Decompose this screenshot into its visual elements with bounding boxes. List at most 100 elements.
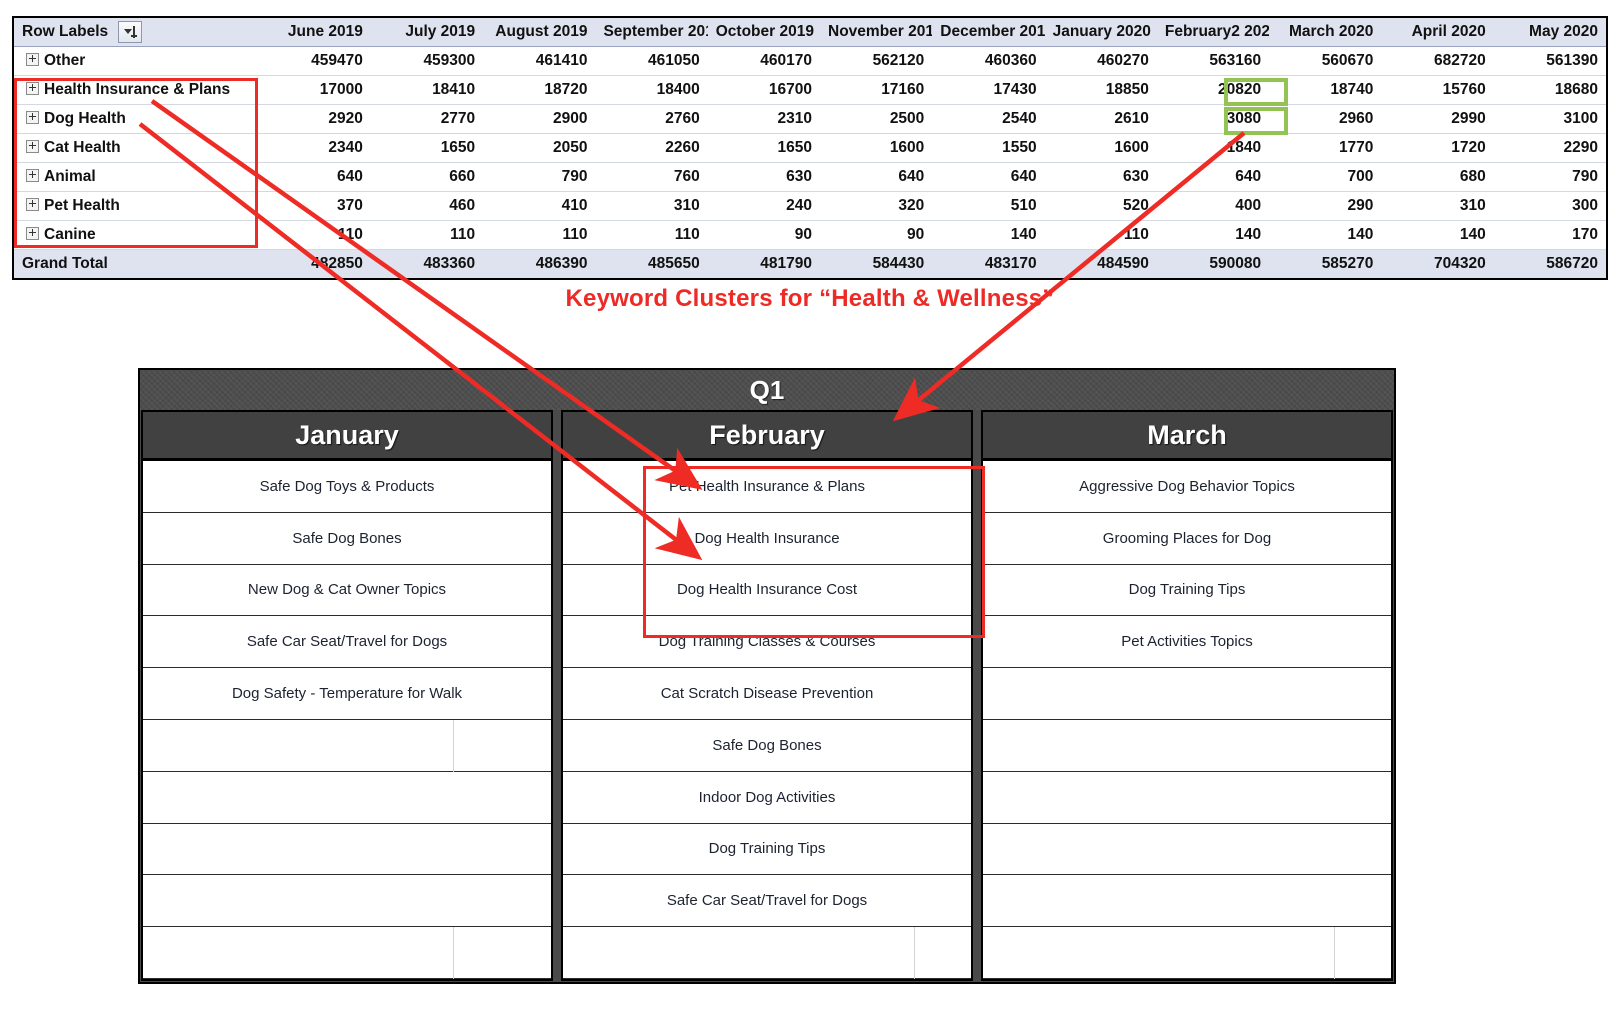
- value-cell[interactable]: 240: [708, 192, 820, 221]
- value-cell[interactable]: 680: [1381, 163, 1493, 192]
- column-header[interactable]: December 2019: [932, 18, 1044, 47]
- value-cell[interactable]: 640: [820, 163, 932, 192]
- value-cell[interactable]: 140: [1157, 221, 1269, 250]
- column-header[interactable]: June 2019: [259, 18, 371, 47]
- value-cell[interactable]: 510: [932, 192, 1044, 221]
- value-cell[interactable]: 110: [259, 221, 371, 250]
- value-cell[interactable]: 370: [259, 192, 371, 221]
- value-cell[interactable]: 18680: [1494, 76, 1606, 105]
- value-cell[interactable]: 16700: [708, 76, 820, 105]
- keyword-cell[interactable]: Dog Training Classes & Courses: [563, 616, 971, 668]
- keyword-cell[interactable]: Safe Dog Bones: [143, 513, 551, 565]
- value-cell[interactable]: 682720: [1381, 47, 1493, 76]
- keyword-cell[interactable]: Pet Health Insurance & Plans: [563, 461, 971, 513]
- value-cell[interactable]: 700: [1269, 163, 1381, 192]
- keyword-cell[interactable]: Dog Training Tips: [983, 565, 1391, 617]
- keyword-cell[interactable]: Safe Car Seat/Travel for Dogs: [563, 875, 971, 927]
- keyword-cell[interactable]: Aggressive Dog Behavior Topics: [983, 461, 1391, 513]
- value-cell[interactable]: 460: [371, 192, 483, 221]
- value-cell[interactable]: 90: [708, 221, 820, 250]
- value-cell[interactable]: 2760: [595, 105, 707, 134]
- value-cell[interactable]: 2770: [371, 105, 483, 134]
- column-header[interactable]: July 2019: [371, 18, 483, 47]
- column-header[interactable]: August 2019: [483, 18, 595, 47]
- expand-icon[interactable]: [26, 53, 39, 66]
- keyword-cell[interactable]: Pet Activities Topics: [983, 616, 1391, 668]
- value-cell[interactable]: 560670: [1269, 47, 1381, 76]
- value-cell[interactable]: 563160: [1157, 47, 1269, 76]
- keyword-cell[interactable]: Indoor Dog Activities: [563, 772, 971, 824]
- value-cell[interactable]: 2310: [708, 105, 820, 134]
- value-cell[interactable]: 459300: [371, 47, 483, 76]
- value-cell[interactable]: 2340: [259, 134, 371, 163]
- value-cell[interactable]: 290: [1269, 192, 1381, 221]
- row-label-cell[interactable]: Cat Health: [14, 134, 259, 163]
- value-cell[interactable]: 460170: [708, 47, 820, 76]
- value-cell[interactable]: 1550: [932, 134, 1044, 163]
- value-cell[interactable]: 1770: [1269, 134, 1381, 163]
- value-cell[interactable]: 1600: [820, 134, 932, 163]
- column-header[interactable]: May 2020: [1494, 18, 1606, 47]
- value-cell[interactable]: 3080: [1157, 105, 1269, 134]
- keyword-cell[interactable]: Safe Dog Toys & Products: [143, 461, 551, 513]
- keyword-cell[interactable]: Dog Training Tips: [563, 824, 971, 876]
- value-cell[interactable]: 110: [371, 221, 483, 250]
- column-header[interactable]: November 2019: [820, 18, 932, 47]
- value-cell[interactable]: 640: [932, 163, 1044, 192]
- row-label-cell[interactable]: Health Insurance & Plans: [14, 76, 259, 105]
- value-cell[interactable]: 760: [595, 163, 707, 192]
- row-label-cell[interactable]: Animal: [14, 163, 259, 192]
- value-cell[interactable]: 1600: [1045, 134, 1157, 163]
- value-cell[interactable]: 1720: [1381, 134, 1493, 163]
- value-cell[interactable]: 2260: [595, 134, 707, 163]
- value-cell[interactable]: 15760: [1381, 76, 1493, 105]
- value-cell[interactable]: 660: [371, 163, 483, 192]
- value-cell[interactable]: 400: [1157, 192, 1269, 221]
- sort-filter-icon[interactable]: [118, 21, 142, 43]
- column-header[interactable]: February2 2020: [1157, 18, 1269, 47]
- value-cell[interactable]: 790: [1494, 163, 1606, 192]
- column-header[interactable]: March 2020: [1269, 18, 1381, 47]
- value-cell[interactable]: 2920: [259, 105, 371, 134]
- value-cell[interactable]: 18400: [595, 76, 707, 105]
- expand-icon[interactable]: [26, 227, 39, 240]
- value-cell[interactable]: 140: [1269, 221, 1381, 250]
- value-cell[interactable]: 18720: [483, 76, 595, 105]
- row-label-cell[interactable]: Dog Health: [14, 105, 259, 134]
- value-cell[interactable]: 561390: [1494, 47, 1606, 76]
- value-cell[interactable]: 630: [1045, 163, 1157, 192]
- keyword-cell[interactable]: Dog Health Insurance Cost: [563, 565, 971, 617]
- keyword-cell[interactable]: Cat Scratch Disease Prevention: [563, 668, 971, 720]
- value-cell[interactable]: 2900: [483, 105, 595, 134]
- value-cell[interactable]: 110: [483, 221, 595, 250]
- column-header[interactable]: September 2019: [595, 18, 707, 47]
- expand-icon[interactable]: [26, 169, 39, 182]
- value-cell[interactable]: 640: [259, 163, 371, 192]
- keyword-cell[interactable]: Safe Car Seat/Travel for Dogs: [143, 616, 551, 668]
- row-label-cell[interactable]: Canine: [14, 221, 259, 250]
- value-cell[interactable]: 640: [1157, 163, 1269, 192]
- value-cell[interactable]: 2960: [1269, 105, 1381, 134]
- value-cell[interactable]: 17160: [820, 76, 932, 105]
- value-cell[interactable]: 3100: [1494, 105, 1606, 134]
- value-cell[interactable]: 1650: [708, 134, 820, 163]
- value-cell[interactable]: 20820: [1157, 76, 1269, 105]
- value-cell[interactable]: 300: [1494, 192, 1606, 221]
- value-cell[interactable]: 410: [483, 192, 595, 221]
- value-cell[interactable]: 461410: [483, 47, 595, 76]
- value-cell[interactable]: 2290: [1494, 134, 1606, 163]
- keyword-cell[interactable]: New Dog & Cat Owner Topics: [143, 565, 551, 617]
- value-cell[interactable]: 459470: [259, 47, 371, 76]
- value-cell[interactable]: 310: [1381, 192, 1493, 221]
- value-cell[interactable]: 460360: [932, 47, 1044, 76]
- keyword-cell[interactable]: Grooming Places for Dog: [983, 513, 1391, 565]
- value-cell[interactable]: 17000: [259, 76, 371, 105]
- column-header[interactable]: January 2020: [1045, 18, 1157, 47]
- value-cell[interactable]: 17430: [932, 76, 1044, 105]
- value-cell[interactable]: 320: [820, 192, 932, 221]
- value-cell[interactable]: 18740: [1269, 76, 1381, 105]
- value-cell[interactable]: 2610: [1045, 105, 1157, 134]
- value-cell[interactable]: 520: [1045, 192, 1157, 221]
- expand-icon[interactable]: [26, 140, 39, 153]
- row-labels-header[interactable]: Row Labels: [14, 18, 259, 47]
